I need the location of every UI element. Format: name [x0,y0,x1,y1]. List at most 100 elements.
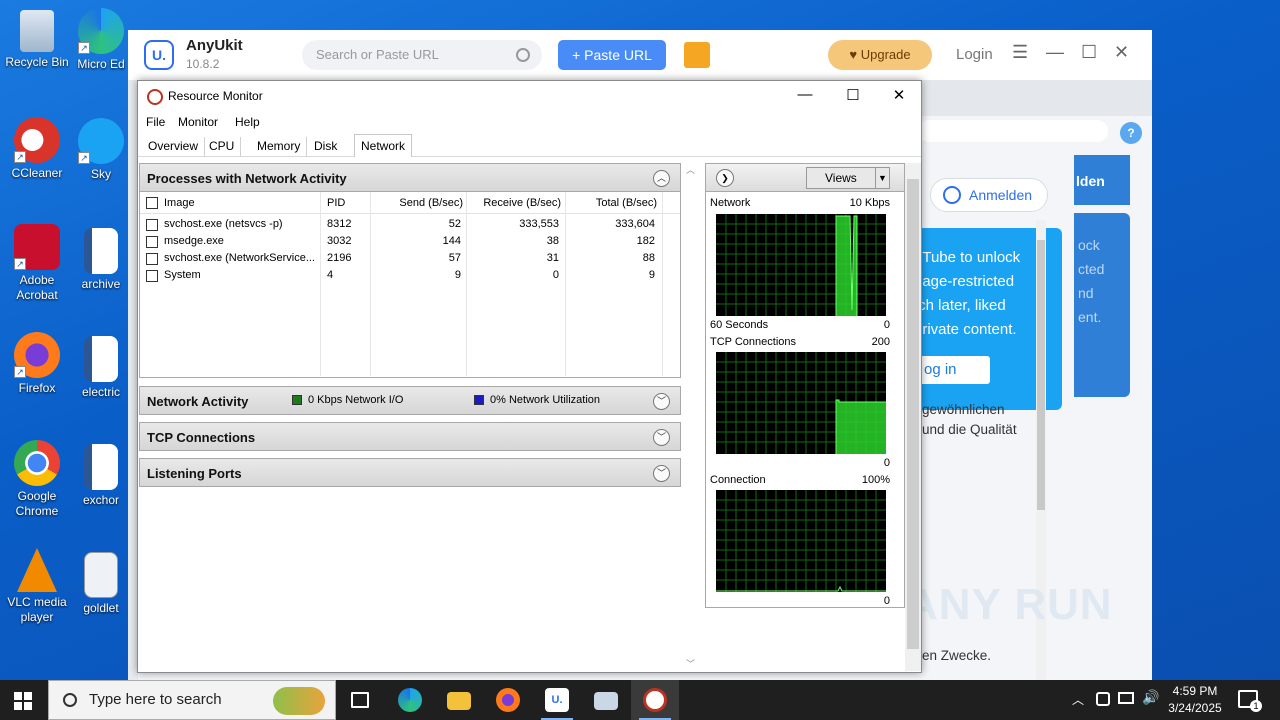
paste-url-button[interactable]: + Paste URL [558,40,666,70]
scroll-up-icon[interactable]: ︿ [686,163,695,176]
expand-icon[interactable]: ﹀ [653,393,670,410]
maximize-icon[interactable]: ☐ [1081,42,1097,63]
row-checkbox[interactable] [146,270,158,282]
cell-send: 52 [448,218,461,230]
taskbar-clock[interactable]: 4:59 PM 3/24/2025 [1160,683,1230,717]
network-activity-section-header[interactable]: Network Activity 0 Kbps Network I/O 0% N… [139,386,681,415]
menu-icon[interactable]: ☰ [1012,42,1028,63]
taskbar-file-explorer[interactable] [435,680,483,720]
notification-badge: 1 [1250,700,1262,712]
taskbar-firefox[interactable] [484,680,532,720]
desktop-icon-electric[interactable]: electric [74,336,128,400]
desktop-icon-chrome[interactable]: Google Chrome [0,440,74,519]
tab-memory[interactable]: Memory [251,137,308,157]
clock-time: 4:59 PM [1172,684,1218,698]
maximize-icon[interactable]: ☐ [843,86,863,104]
scroll-down-icon[interactable]: ﹀ [686,657,695,670]
login-link[interactable]: Login [956,46,993,63]
listening-ports-section-header[interactable]: Listening Ports ﹀ [139,458,681,487]
expand-icon[interactable]: ﹀ [653,465,670,482]
desktop-icon-exchor[interactable]: exchor [74,444,128,508]
wifi-icon[interactable] [1096,692,1110,706]
scroll-thumb[interactable] [1037,240,1045,510]
anmelden-top-button[interactable]: lden [1074,155,1130,205]
card-line: ock [1078,237,1100,253]
collapse-icon[interactable]: ︿ [653,170,670,187]
column-header-receive[interactable]: Receive (B/sec) [466,197,561,209]
left-pane-scrollbar[interactable]: ︿ ﹀ [683,163,697,671]
task-view-button[interactable] [336,680,384,720]
taskbar-anyukit[interactable]: U. [533,680,581,720]
desktop-icon-edge[interactable]: ↗ Micro Ed [74,8,128,72]
anyukit-icon: U. [545,688,569,712]
desktop-icon-recycle-bin[interactable]: Recycle Bin [0,10,74,70]
taskbar-network-app[interactable] [582,680,630,720]
show-hidden-icons[interactable]: ︿ [1072,691,1084,708]
notification-button[interactable]: 1 [1238,690,1262,712]
views-dropdown[interactable]: Views ▼ [806,167,890,189]
column-header-total[interactable]: Total (B/sec) [564,197,657,209]
anyukit-search-input[interactable]: Search or Paste URL [302,40,542,70]
close-icon[interactable]: ✕ [1114,42,1129,63]
window-title: Resource Monitor [168,89,263,103]
taskbar-edge[interactable] [386,680,434,720]
anyukit-address-bar[interactable] [918,120,1108,142]
popup-login-button[interactable]: og in [914,356,990,384]
row-checkbox[interactable] [146,236,158,248]
graph-pane-scrollbar[interactable] [905,163,921,671]
taskbar-search-input[interactable]: Type here to search [48,680,336,720]
table-row[interactable]: msedge.exe 3032 144 38 182 [140,233,680,250]
desktop-icon-ccleaner[interactable]: ↗ CCleaner [0,117,74,181]
views-label: Views [825,171,857,185]
row-checkbox[interactable] [146,253,158,265]
content-line: gewöhnlichen [922,402,1005,417]
column-header-image[interactable]: Image [164,197,195,209]
menu-monitor[interactable]: Monitor [178,115,218,129]
cell-pid: 2196 [327,252,352,264]
tab-network[interactable]: Network [354,134,413,158]
collapse-graph-pane-icon[interactable]: ❯ [716,169,734,187]
minimize-icon[interactable]: — [1046,42,1064,63]
table-row[interactable]: svchost.exe (NetworkService... 2196 57 3… [140,250,680,267]
volume-icon[interactable]: 🔊 [1142,689,1159,706]
tab-cpu[interactable]: CPU [203,137,242,157]
menu-help[interactable]: Help [235,115,260,129]
anmelden-button[interactable]: Anmelden [930,178,1048,212]
upgrade-button[interactable]: ♥ Upgrade [828,40,932,70]
start-button[interactable] [14,692,32,710]
table-row[interactable]: System 4 9 0 9 [140,267,680,284]
help-icon[interactable]: ? [1120,122,1142,144]
row-checkbox[interactable] [146,219,158,231]
network-util-legend-swatch [474,395,484,405]
cell-pid: 3032 [327,235,352,247]
desktop-icon-firefox[interactable]: ↗ Firefox [0,332,74,396]
menu-file[interactable]: File [146,115,165,129]
gift-icon[interactable] [684,42,710,68]
edge-icon: ↗ [78,8,124,54]
desktop-icon-skype[interactable]: ↗ Sky [74,118,128,182]
scroll-thumb[interactable] [907,179,919,649]
taskbar-resource-monitor[interactable] [631,680,679,720]
minimize-icon[interactable]: — [795,86,815,103]
network-icon [594,692,618,710]
desktop-icon-goldlet[interactable]: goldlet [74,552,128,616]
card-line: cted [1078,261,1105,277]
expand-icon[interactable]: ﹀ [653,429,670,446]
processes-section-header[interactable]: Processes with Network Activity ︿ [139,163,681,192]
network-tray-icon[interactable] [1118,692,1134,704]
desktop-icon-vlc[interactable]: VLC media player [0,548,74,625]
tcp-connections-section-header[interactable]: TCP Connections ﹀ [139,422,681,451]
graph-title-connection: Connection [710,474,766,486]
close-icon[interactable]: ✕ [889,86,909,104]
desktop-icon-adobe-acrobat[interactable]: ↗ Adobe Acrobat [0,224,74,303]
column-header-send[interactable]: Send (B/sec) [371,197,463,209]
desktop-icon-archive[interactable]: archive [74,228,128,292]
select-all-checkbox[interactable] [146,197,158,209]
tab-strip: Overview CPU Memory Disk Network [138,133,921,158]
cell-receive: 0 [552,269,559,281]
tab-disk[interactable]: Disk [308,137,343,157]
tab-overview[interactable]: Overview [142,137,206,157]
graphs-panel: Network 10 Kbps 60 Seconds 0 TCP Connect… [705,192,905,608]
table-row[interactable]: svchost.exe (netsvcs -p) 8312 52 333,553… [140,216,680,233]
column-header-pid[interactable]: PID [327,197,345,209]
